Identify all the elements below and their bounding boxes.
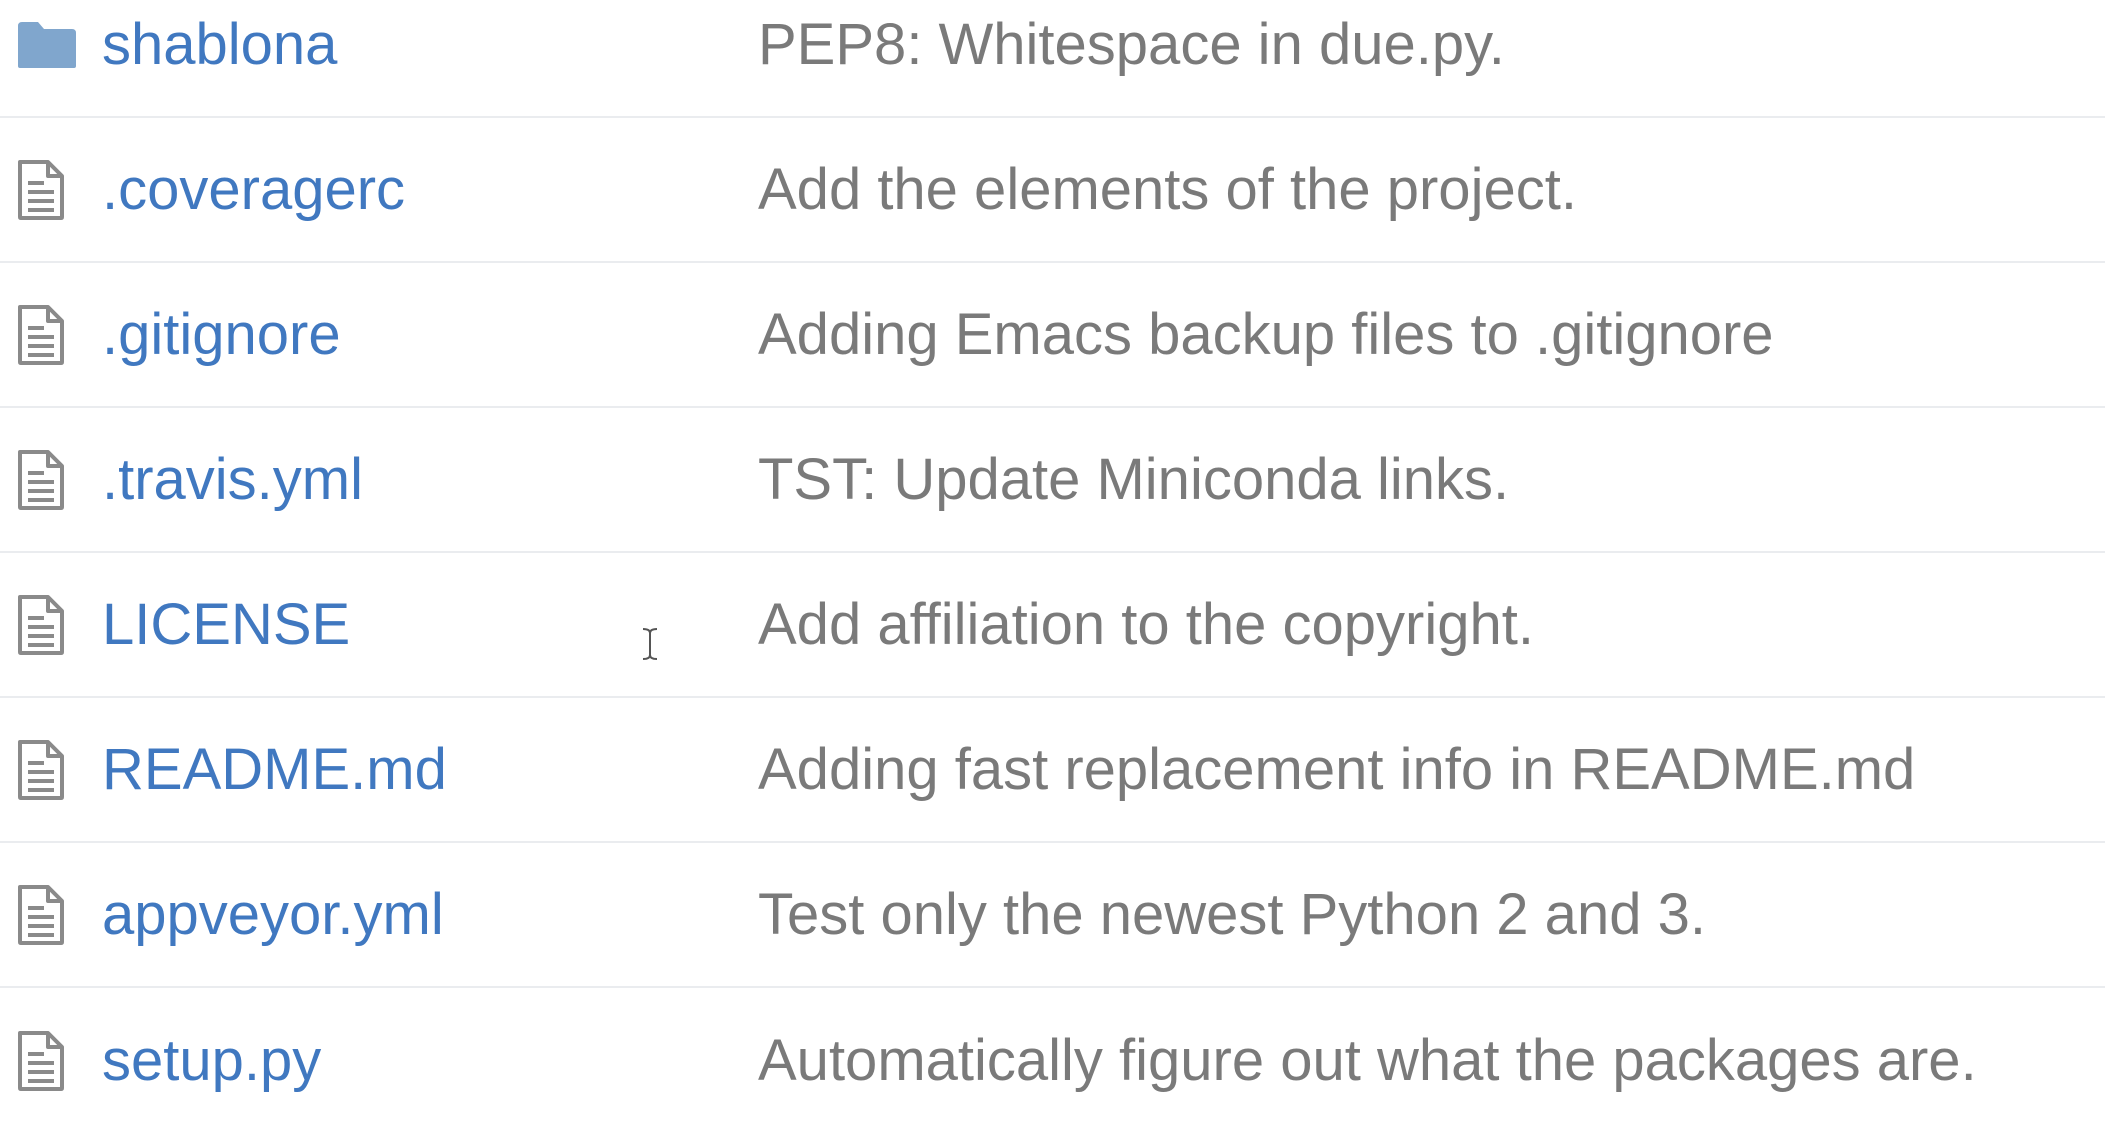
file-row-gitignore: .gitignore Adding Emacs backup files to … (0, 263, 2105, 408)
file-row-appveyor-yml: appveyor.yml Test only the newest Python… (0, 843, 2105, 988)
file-name-link[interactable]: README.md (102, 737, 447, 803)
file-icon (16, 302, 80, 368)
folder-icon (16, 12, 80, 78)
file-name-link[interactable]: .coveragerc (102, 157, 405, 223)
commit-message-link[interactable]: PEP8: Whitespace in due.py. (758, 12, 1505, 78)
commit-message-link[interactable]: Add affiliation to the copyright. (758, 592, 1534, 658)
file-icon (16, 1028, 80, 1094)
commit-message-link[interactable]: TST: Update Miniconda links. (758, 447, 1509, 513)
file-row-setup-py: setup.py Automatically figure out what t… (0, 988, 2105, 1133)
file-list: shablona PEP8: Whitespace in due.py. .co… (0, 0, 2105, 1099)
commit-message-link[interactable]: Test only the newest Python 2 and 3. (758, 882, 1706, 948)
file-name-link[interactable]: appveyor.yml (102, 882, 444, 948)
file-icon (16, 882, 80, 948)
file-row-shablona: shablona PEP8: Whitespace in due.py. (0, 0, 2105, 118)
commit-message-link[interactable]: Add the elements of the project. (758, 157, 1577, 223)
text-cursor-icon (641, 627, 659, 661)
file-icon (16, 447, 80, 513)
file-name-link[interactable]: shablona (102, 12, 337, 78)
file-name-link[interactable]: LICENSE (102, 592, 350, 658)
file-name-link[interactable]: .gitignore (102, 302, 341, 368)
file-name-link[interactable]: .travis.yml (102, 447, 363, 513)
commit-message-link[interactable]: Adding Emacs backup files to .gitignore (758, 302, 1774, 368)
file-icon (16, 592, 80, 658)
commit-message-link[interactable]: Automatically figure out what the packag… (758, 1028, 1977, 1094)
commit-message-link[interactable]: Adding fast replacement info in README.m… (758, 737, 1915, 803)
file-row-coveragerc: .coveragerc Add the elements of the proj… (0, 118, 2105, 263)
file-row-travis-yml: .travis.yml TST: Update Miniconda links. (0, 408, 2105, 553)
file-icon (16, 737, 80, 803)
file-icon (16, 157, 80, 223)
file-row-readme: README.md Adding fast replacement info i… (0, 698, 2105, 843)
file-row-license: LICENSE Add affiliation to the copyright… (0, 553, 2105, 698)
file-name-link[interactable]: setup.py (102, 1028, 321, 1094)
